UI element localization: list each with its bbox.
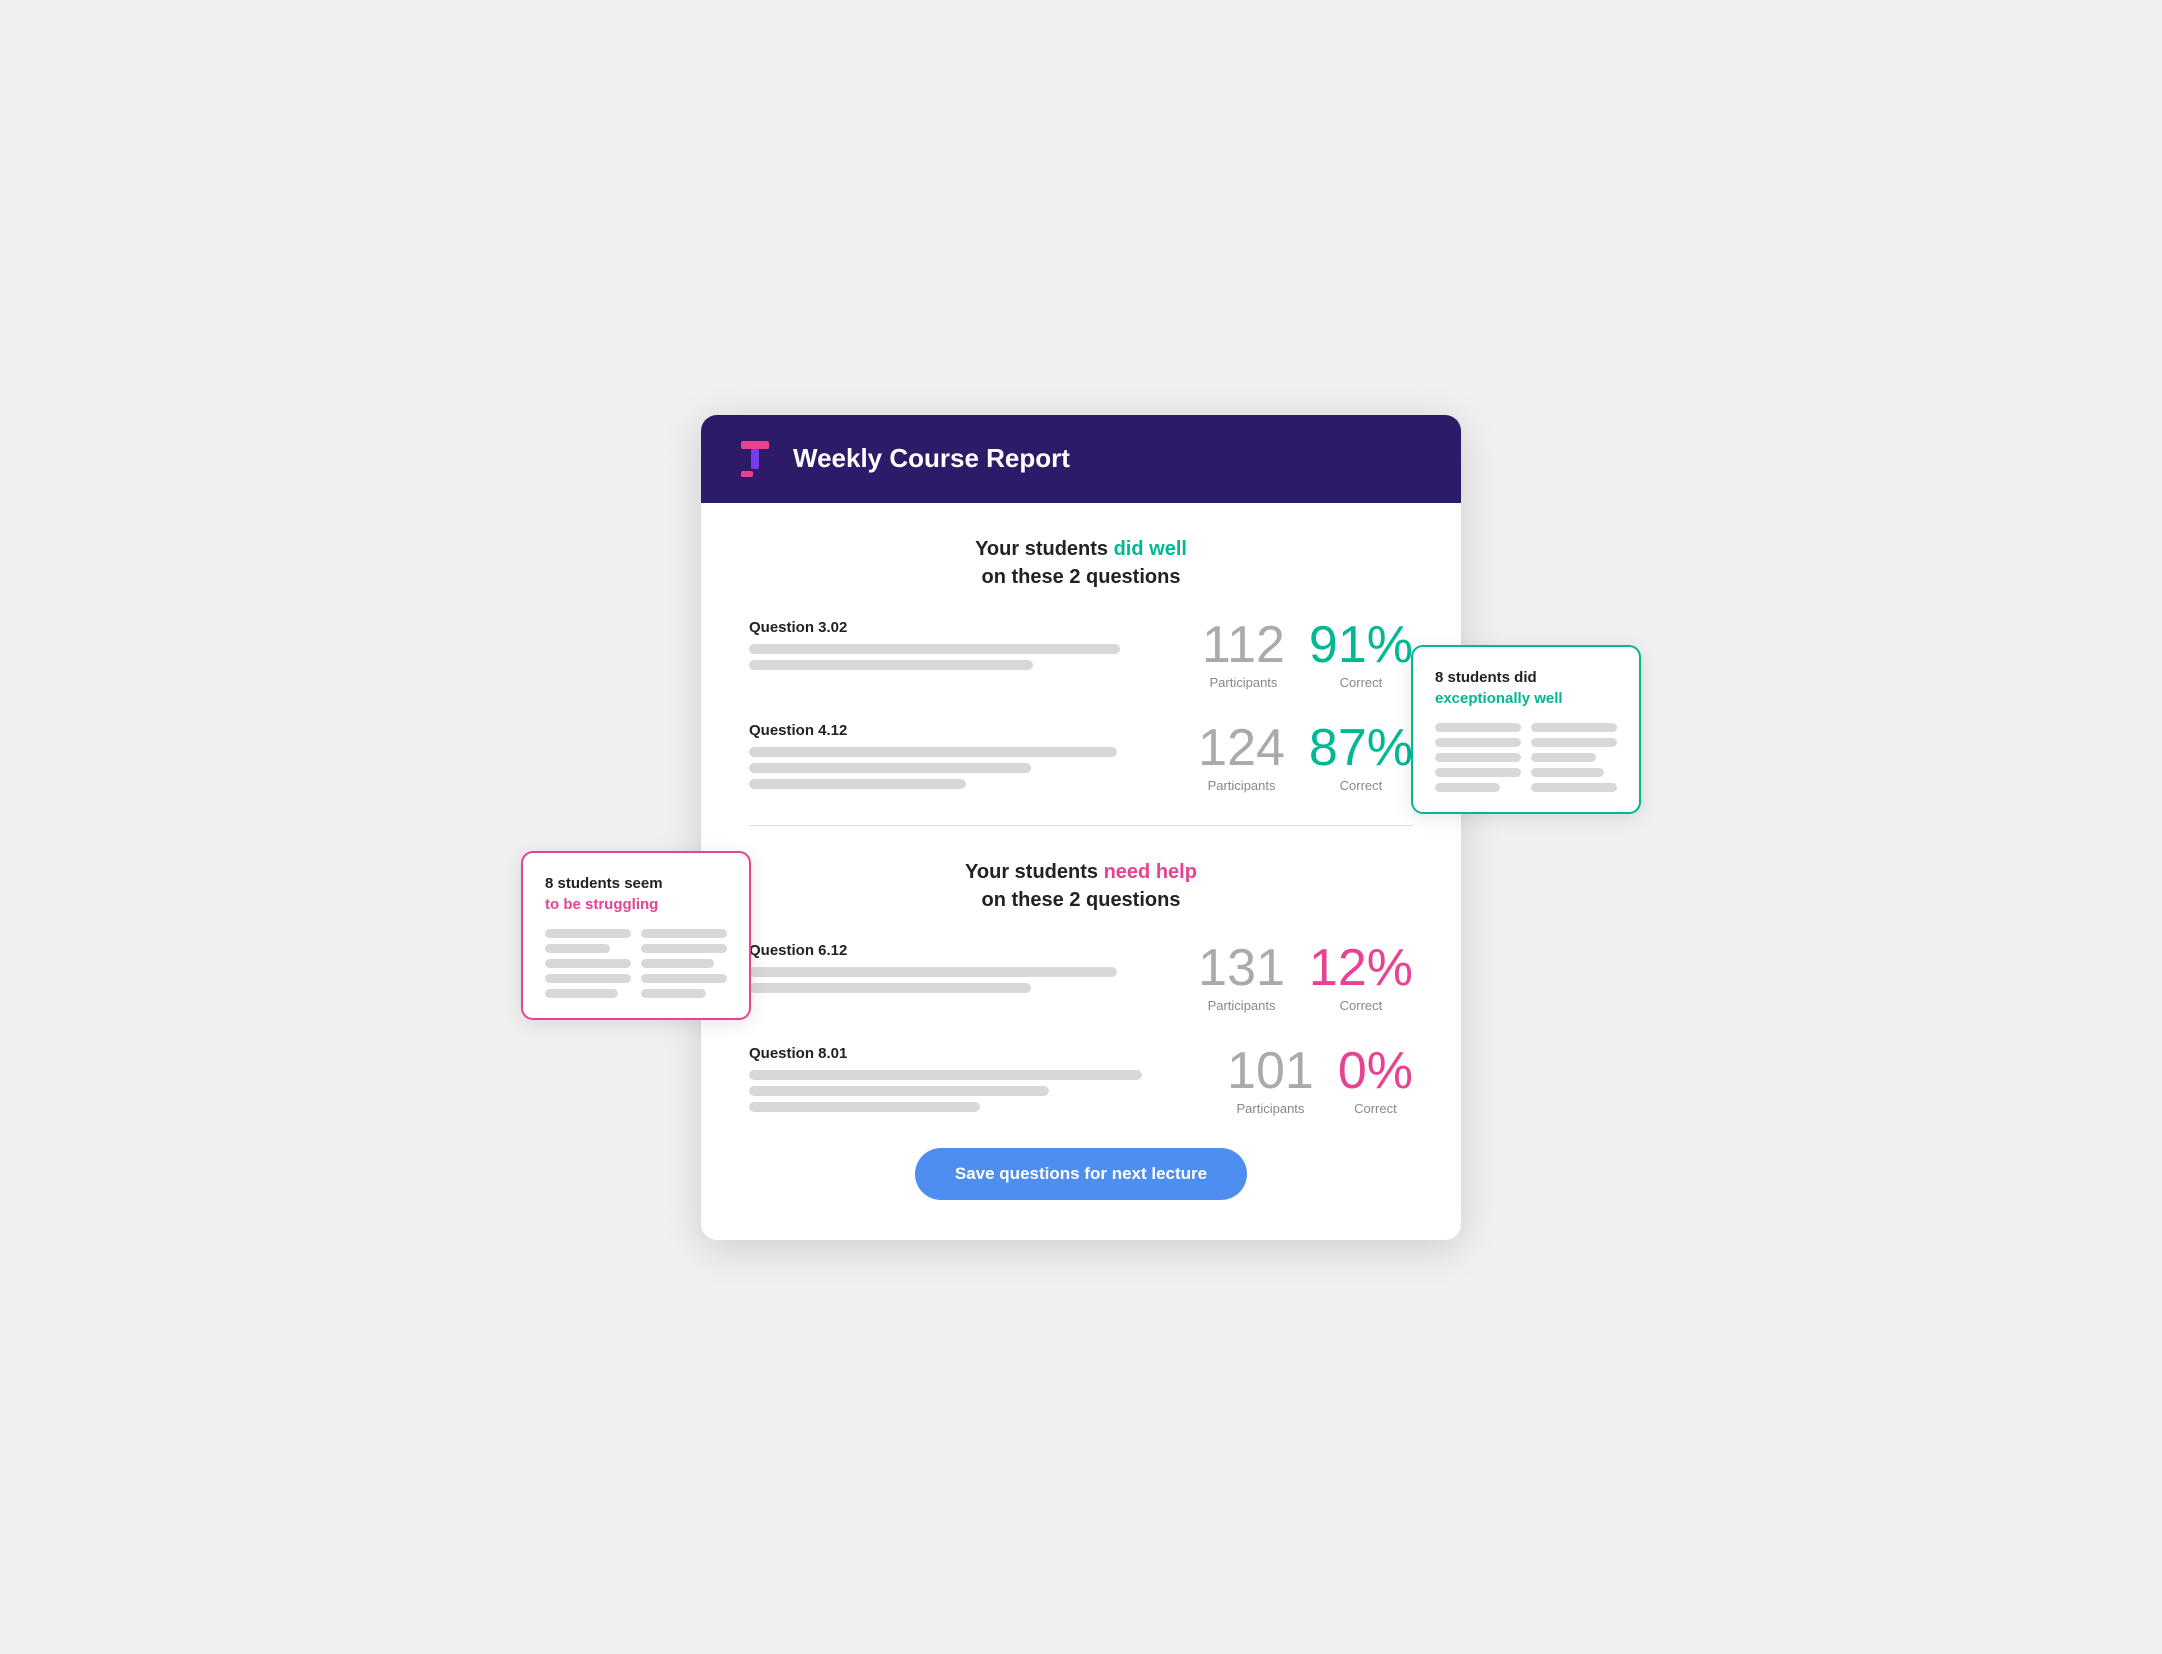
- callout-line: [1531, 723, 1617, 732]
- placeholder-line: [749, 747, 1117, 757]
- callout-line: [545, 959, 631, 968]
- section-divider: [749, 825, 1413, 826]
- question-info-412: Question 4.12: [749, 722, 1182, 795]
- stat-number-correct: 12%: [1309, 942, 1413, 994]
- question-label-801: Question 8.01: [749, 1045, 1211, 1062]
- stat-label-correct: Correct: [1309, 675, 1413, 690]
- callout-struggling-highlight: to be struggling: [545, 896, 658, 913]
- question-label-302: Question 3.02: [749, 619, 1186, 636]
- need-help-highlight: need help: [1104, 861, 1197, 883]
- question-row-801: Question 8.01 101 Participants 0% Correc…: [749, 1045, 1413, 1120]
- stat-correct-612: 12% Correct: [1309, 942, 1413, 1013]
- need-help-heading: Your students need help on these 2 quest…: [749, 858, 1413, 914]
- stat-number-correct: 0%: [1338, 1045, 1413, 1097]
- callout-line: [641, 944, 727, 953]
- stat-label-participants: Participants: [1198, 998, 1285, 1013]
- callout-line: [545, 944, 610, 953]
- question-row-412: Question 4.12 124 Participants 87% Corre…: [749, 722, 1413, 797]
- stat-participants-412: 124 Participants: [1198, 722, 1285, 793]
- callout-line: [1435, 753, 1521, 762]
- placeholder-line: [749, 763, 1031, 773]
- callout-line: [1531, 753, 1596, 762]
- question-stats-612: 131 Participants 12% Correct: [1198, 942, 1413, 1017]
- stat-participants-801: 101 Participants: [1227, 1045, 1314, 1116]
- stat-correct-412: 87% Correct: [1309, 722, 1413, 793]
- callout-struggling-prefix: 8 students: [545, 875, 624, 892]
- callout-struggling-title: 8 students seem to be struggling: [545, 873, 727, 915]
- stat-participants-302: 112 Participants: [1202, 619, 1285, 690]
- question-label-612: Question 6.12: [749, 942, 1182, 959]
- card-header: Weekly Course Report: [701, 415, 1461, 503]
- callout-line: [641, 989, 706, 998]
- save-button-wrap: Save questions for next lecture: [749, 1148, 1413, 1200]
- callout-struggling-middle: seem: [624, 875, 662, 892]
- callout-exceptional-title: 8 students did exceptionally well: [1435, 667, 1617, 709]
- stat-label-correct: Correct: [1309, 998, 1413, 1013]
- question-stats-801: 101 Participants 0% Correct: [1227, 1045, 1413, 1120]
- stat-number-participants: 112: [1202, 619, 1285, 671]
- stat-number-correct: 91%: [1309, 619, 1413, 671]
- placeholder-line: [749, 1070, 1142, 1080]
- stat-label-correct: Correct: [1338, 1101, 1413, 1116]
- question-row-612: Question 6.12 131 Participants 12% Corre…: [749, 942, 1413, 1017]
- stat-number-participants: 131: [1198, 942, 1285, 994]
- need-help-prefix: Your students: [965, 861, 1104, 883]
- stat-participants-612: 131 Participants: [1198, 942, 1285, 1013]
- main-card: Weekly Course Report Your students did w…: [701, 415, 1461, 1240]
- stat-label-participants: Participants: [1227, 1101, 1314, 1116]
- stat-label-participants: Participants: [1202, 675, 1285, 690]
- callout-line: [1435, 738, 1521, 747]
- callout-line: [1435, 768, 1521, 777]
- callout-line: [545, 989, 618, 998]
- callout-line: [1531, 783, 1617, 792]
- callout-line: [1531, 738, 1617, 747]
- did-well-prefix: Your students: [975, 538, 1114, 560]
- callout-line: [641, 959, 714, 968]
- callout-line: [641, 974, 727, 983]
- stat-number-participants: 124: [1198, 722, 1285, 774]
- stat-label-participants: Participants: [1198, 778, 1285, 793]
- stat-number-participants: 101: [1227, 1045, 1314, 1097]
- callout-exceptional-lines: [1435, 723, 1617, 792]
- callout-line: [545, 974, 631, 983]
- app-logo: [733, 437, 777, 481]
- callout-exceptional-prefix: 8 students did: [1435, 669, 1537, 686]
- callout-exceptional: 8 students did exceptionally well: [1411, 645, 1641, 814]
- stat-correct-302: 91% Correct: [1309, 619, 1413, 690]
- did-well-highlight: did well: [1114, 538, 1187, 560]
- placeholder-line: [749, 967, 1117, 977]
- callout-line: [641, 929, 727, 938]
- callout-line: [1531, 768, 1604, 777]
- save-button[interactable]: Save questions for next lecture: [915, 1148, 1247, 1200]
- placeholder-line: [749, 779, 966, 789]
- callout-struggling-lines: [545, 929, 727, 998]
- placeholder-line: [749, 1086, 1049, 1096]
- callout-line: [1435, 783, 1500, 792]
- question-info-801: Question 8.01: [749, 1045, 1211, 1118]
- placeholder-line: [749, 644, 1120, 654]
- callout-struggling: 8 students seem to be struggling: [521, 851, 751, 1020]
- stat-number-correct: 87%: [1309, 722, 1413, 774]
- did-well-suffix: on these 2 questions: [982, 566, 1181, 588]
- callout-line: [1435, 723, 1521, 732]
- question-info-302: Question 3.02: [749, 619, 1186, 676]
- callout-line: [545, 929, 631, 938]
- stat-correct-801: 0% Correct: [1338, 1045, 1413, 1116]
- question-row-302: Question 3.02 112 Participants 91% Corre…: [749, 619, 1413, 694]
- placeholder-line: [749, 660, 1033, 670]
- placeholder-line: [749, 983, 1031, 993]
- card-body: Your students did well on these 2 questi…: [701, 503, 1461, 1240]
- callout-exceptional-highlight: exceptionally well: [1435, 690, 1563, 707]
- question-info-612: Question 6.12: [749, 942, 1182, 999]
- stat-label-correct: Correct: [1309, 778, 1413, 793]
- question-label-412: Question 4.12: [749, 722, 1182, 739]
- report-title: Weekly Course Report: [793, 443, 1070, 474]
- question-stats-302: 112 Participants 91% Correct: [1202, 619, 1413, 694]
- need-help-suffix: on these 2 questions: [982, 889, 1181, 911]
- scene: 8 students did exceptionally well 8 stud…: [701, 415, 1461, 1240]
- placeholder-line: [749, 1102, 980, 1112]
- question-stats-412: 124 Participants 87% Correct: [1198, 722, 1413, 797]
- did-well-heading: Your students did well on these 2 questi…: [749, 535, 1413, 591]
